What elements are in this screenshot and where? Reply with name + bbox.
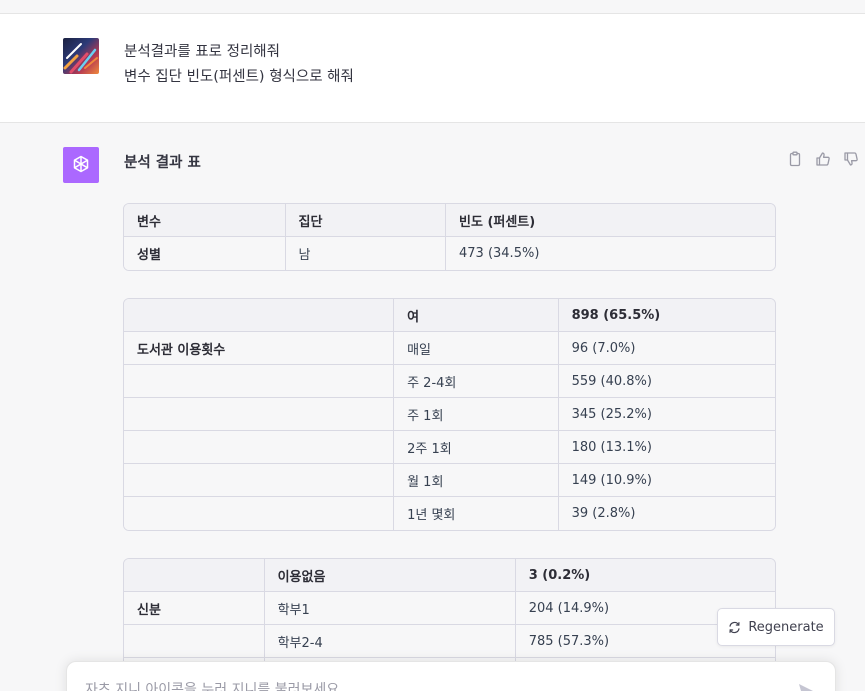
table-cell	[124, 625, 265, 658]
table-cell: 학부1	[264, 592, 516, 625]
table-header-cell: 이용없음	[264, 559, 516, 592]
message-input[interactable]	[85, 678, 765, 691]
table-cell: 96 (7.0%)	[558, 332, 775, 365]
table-cell: 2주 1회	[394, 431, 559, 464]
table-header-row: 여 898 (65.5%)	[124, 299, 775, 332]
table-row: 성별 남 473 (34.5%)	[124, 237, 775, 270]
table-row: 2주 1회 180 (13.1%)	[124, 431, 775, 464]
table-cell	[124, 431, 395, 464]
user-message-row: 분석결과를 표로 정리해줘 변수 집단 빈도(퍼센트) 형식으로 해줘	[0, 14, 865, 123]
table-header-cell: 3 (0.2%)	[515, 559, 775, 592]
table-header-cell	[124, 559, 265, 592]
regenerate-button[interactable]: Regenerate	[717, 608, 835, 646]
table-cell: 학부2-4	[264, 625, 516, 658]
table-header-cell	[124, 299, 395, 332]
table-header-cell: 변수	[124, 204, 286, 237]
table-header-cell: 898 (65.5%)	[558, 299, 775, 332]
refresh-icon	[729, 621, 740, 633]
user-avatar	[63, 38, 99, 74]
result-table-library-use: 여 898 (65.5%) 도서관 이용횟수 매일 96 (7.0%) 주 2-…	[123, 298, 776, 531]
table-cell: 주 2-4회	[394, 365, 559, 398]
table-cell	[124, 398, 395, 431]
table-header-row: 변수 집단 빈도 (퍼센트)	[124, 204, 775, 237]
result-table-gender: 변수 집단 빈도 (퍼센트) 성별 남 473 (34.5%)	[123, 203, 776, 271]
message-composer	[66, 661, 836, 691]
table-cell: 매일	[394, 332, 559, 365]
table-row: 학부2-4 785 (57.3%)	[124, 625, 775, 658]
table-row: 1년 몇회 39 (2.8%)	[124, 497, 775, 530]
table-row: 주 2-4회 559 (40.8%)	[124, 365, 775, 398]
assistant-message-row: 분석 결과 표 변수 집단 빈도 (퍼센트) 성별 남 473 (34.5%) …	[0, 123, 865, 691]
send-icon[interactable]	[797, 682, 815, 691]
table-cell: 신분	[124, 592, 265, 625]
table-cell: 1년 몇회	[394, 497, 559, 530]
table-row: 월 1회 149 (10.9%)	[124, 464, 775, 497]
table-cell	[124, 365, 395, 398]
table-cell	[124, 464, 395, 497]
user-message-line: 변수 집단 빈도(퍼센트) 형식으로 해줘	[124, 69, 354, 85]
table-cell: 473 (34.5%)	[446, 237, 775, 270]
table-header-row: 이용없음 3 (0.2%)	[124, 559, 775, 592]
table-cell: 성별	[124, 237, 286, 270]
message-actions	[787, 151, 859, 167]
answer-title: 분석 결과 표	[124, 155, 201, 171]
table-cell: 559 (40.8%)	[558, 365, 775, 398]
table-cell: 월 1회	[394, 464, 559, 497]
table-cell	[124, 497, 395, 530]
table-cell: 149 (10.9%)	[558, 464, 775, 497]
openai-logo-icon	[73, 155, 89, 173]
table-cell: 180 (13.1%)	[558, 431, 775, 464]
table-row: 주 1회 345 (25.2%)	[124, 398, 775, 431]
regenerate-label: Regenerate	[748, 619, 824, 635]
user-message-line: 분석결과를 표로 정리해줘	[124, 44, 280, 60]
avatar-art-icon	[63, 43, 98, 74]
table-cell: 345 (25.2%)	[558, 398, 775, 431]
table-row: 신분 학부1 204 (14.9%)	[124, 592, 775, 625]
table-header-cell: 빈도 (퍼센트)	[446, 204, 775, 237]
table-cell: 39 (2.8%)	[558, 497, 775, 530]
user-message-text: 분석결과를 표로 정리해줘 변수 집단 빈도(퍼센트) 형식으로 해줘	[124, 40, 354, 90]
top-strip	[0, 0, 865, 14]
table-header-cell: 집단	[285, 204, 446, 237]
thumbs-up-icon[interactable]	[815, 151, 831, 167]
thumbs-down-icon[interactable]	[843, 151, 859, 167]
gpt-avatar	[63, 147, 99, 183]
clipboard-icon[interactable]	[787, 151, 803, 167]
table-cell: 도서관 이용횟수	[124, 332, 395, 365]
table-header-cell: 여	[394, 299, 559, 332]
table-cell: 남	[285, 237, 446, 270]
table-row: 도서관 이용횟수 매일 96 (7.0%)	[124, 332, 775, 365]
table-cell: 주 1회	[394, 398, 559, 431]
